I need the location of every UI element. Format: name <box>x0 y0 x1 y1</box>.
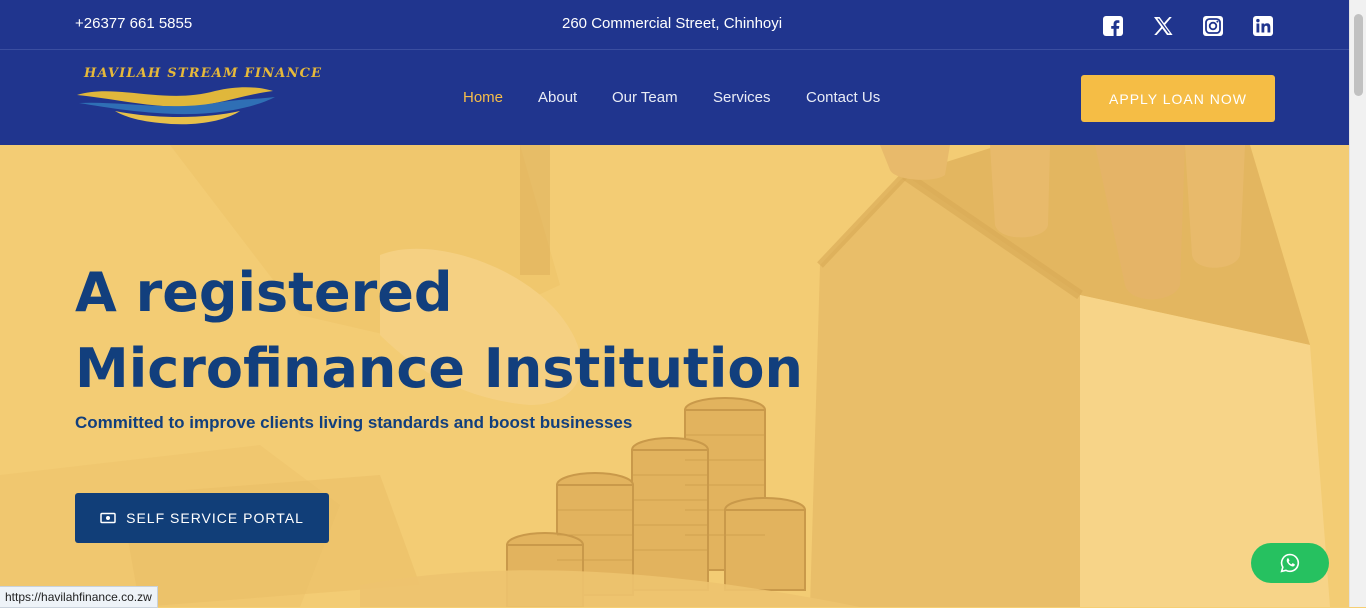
linkedin-icon[interactable] <box>1252 15 1274 37</box>
browser-status-url: https://havilahfinance.co.zw <box>0 586 158 608</box>
instagram-icon[interactable] <box>1202 15 1224 37</box>
hero-subtitle: Committed to improve clients living stan… <box>75 413 633 432</box>
hero-title: A registered Microfinance Institution <box>75 255 803 407</box>
self-service-portal-button[interactable]: SELF SERVICE PORTAL <box>75 493 329 543</box>
money-bill-icon <box>100 512 116 524</box>
site-logo[interactable]: HAVILAH STREAM FINANCE <box>75 65 321 127</box>
top-contact-bar: +26377 661 5855 260 Commercial Street, C… <box>0 0 1349 50</box>
nav-home[interactable]: Home <box>463 89 503 106</box>
self-service-portal-label: SELF SERVICE PORTAL <box>126 510 304 526</box>
vertical-scrollbar[interactable] <box>1349 0 1366 607</box>
address: 260 Commercial Street, Chinhoyi <box>562 15 783 32</box>
phone-number[interactable]: +26377 661 5855 <box>75 15 192 32</box>
hero-title-line-2: Microfinance Institution <box>75 337 803 400</box>
nav-contact-us[interactable]: Contact Us <box>806 89 880 106</box>
main-navbar: HAVILAH STREAM FINANCE Home About Our Te… <box>0 50 1349 145</box>
scrollbar-thumb[interactable] <box>1354 14 1363 96</box>
whatsapp-icon <box>1280 553 1300 573</box>
logo-wordmark: HAVILAH STREAM FINANCE <box>84 66 323 81</box>
nav-our-team[interactable]: Our Team <box>612 89 678 106</box>
hero-title-line-1: A registered <box>75 261 453 324</box>
nav-about[interactable]: About <box>538 89 577 106</box>
whatsapp-chat-button[interactable] <box>1251 543 1329 583</box>
apply-loan-button[interactable]: APPLY LOAN NOW <box>1081 75 1275 122</box>
facebook-icon[interactable] <box>1102 15 1124 37</box>
page: +26377 661 5855 260 Commercial Street, C… <box>0 0 1349 607</box>
hero-section: A registered Microfinance Institution Co… <box>0 145 1349 607</box>
x-twitter-icon[interactable] <box>1152 15 1174 37</box>
nav-services[interactable]: Services <box>713 89 771 106</box>
logo-wave-graphic <box>77 87 275 125</box>
